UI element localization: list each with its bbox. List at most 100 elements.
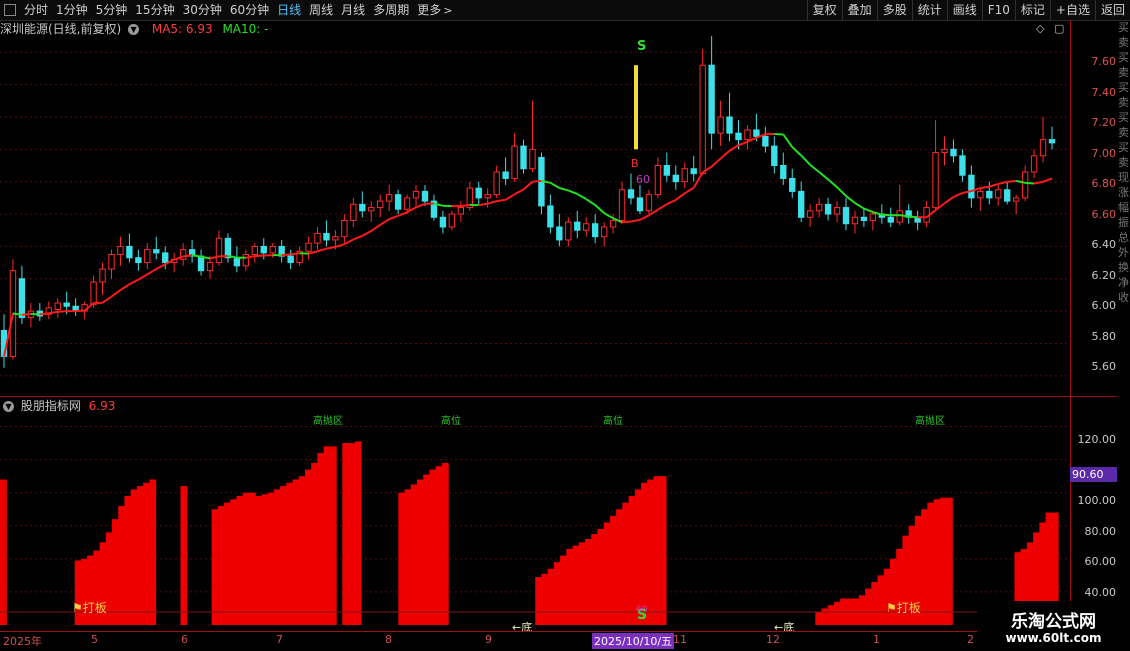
candle-body — [1049, 140, 1054, 143]
candle-body — [225, 238, 230, 257]
candle-body — [736, 133, 741, 139]
candle-body — [378, 201, 383, 207]
ma-line-segment — [989, 184, 998, 187]
candle-body — [566, 222, 571, 240]
candle-body — [64, 303, 69, 306]
ma-line-segment — [488, 201, 497, 204]
ma-line-segment — [156, 264, 165, 269]
ma-line-segment — [13, 314, 22, 315]
candle-body — [127, 246, 132, 257]
candle-body — [422, 191, 427, 201]
candle-body — [395, 195, 400, 210]
ma-line-segment — [810, 165, 819, 172]
indicator-bar — [311, 463, 318, 625]
candle-body — [1022, 172, 1027, 198]
ma-line-segment — [801, 155, 810, 164]
candle-body — [888, 217, 893, 222]
indicator-bar — [865, 589, 872, 625]
date-tick: 11 — [673, 633, 687, 646]
candle-body — [458, 208, 463, 214]
candle-body — [351, 204, 356, 220]
candle-body — [324, 233, 329, 239]
indicator-bar — [137, 486, 144, 625]
ma-line-segment — [389, 216, 398, 219]
price-tick: 7.00 — [1092, 147, 1117, 160]
candle-body — [1040, 140, 1045, 156]
candle-body — [933, 153, 938, 208]
side-panel-strip[interactable]: 买卖买卖买卖买卖买卖 现涨幅振总外换净收 — [1117, 20, 1130, 395]
candle-body — [655, 166, 660, 195]
indicator-bar — [112, 519, 119, 625]
ma-line-segment — [577, 194, 586, 199]
indicator-tick: 100.00 — [1078, 494, 1117, 507]
ma-line-segment — [792, 147, 801, 155]
candle-body — [584, 224, 589, 230]
candle-body — [799, 191, 804, 217]
date-axis: 2025年 5 6 7 8 9 2025/10/10/五 11 12 1 2 — [0, 631, 1130, 651]
ma-line-segment — [953, 193, 962, 197]
ma-line-segment — [362, 231, 371, 236]
stage-label: 高抛区 — [313, 412, 343, 427]
candle-body — [252, 246, 257, 254]
candle-body — [745, 130, 750, 140]
ma-line-segment — [318, 249, 327, 252]
candle-body — [270, 246, 275, 252]
ma-line-segment — [291, 253, 300, 254]
ma-line-segment — [461, 205, 470, 206]
ma-line-segment — [479, 204, 488, 205]
price-tick: 7.20 — [1092, 116, 1117, 129]
candle-body — [136, 258, 141, 263]
candle-body — [261, 246, 266, 252]
candle-body — [834, 208, 839, 214]
ma-line-segment — [353, 236, 362, 240]
candle-body — [485, 195, 490, 198]
indicator-bar — [884, 569, 891, 625]
ma-line-segment — [103, 297, 112, 303]
candle-body — [646, 195, 651, 211]
candle-body — [682, 169, 687, 182]
ma-line-segment — [380, 219, 389, 225]
pane-divider[interactable] — [0, 396, 1117, 397]
ma-line-segment — [515, 189, 524, 194]
indicator-bar — [828, 605, 835, 625]
ma-line-segment — [335, 244, 344, 247]
ma-line-segment — [846, 196, 855, 203]
candle-body — [790, 178, 795, 191]
ma-line-segment — [685, 188, 694, 193]
ma-line-segment — [667, 200, 676, 204]
price-tick: 6.80 — [1092, 177, 1117, 190]
indicator-bar — [398, 493, 405, 625]
indicator-bar — [212, 509, 219, 625]
indicator-name[interactable]: 股朋指标网 — [21, 399, 81, 413]
ma-line-segment — [631, 220, 640, 222]
candle-body — [763, 136, 768, 146]
candle-body — [987, 191, 992, 197]
brand-watermark: 乐淘公式网 www.60lt.com — [977, 601, 1130, 650]
candle-body — [727, 117, 732, 133]
ma-line-segment — [183, 255, 192, 256]
indicator-bar — [629, 496, 636, 625]
indicator-bar — [149, 479, 156, 625]
indicator-bar — [280, 486, 287, 625]
chevron-down-icon[interactable]: ▼ — [3, 401, 14, 412]
selected-date[interactable]: 2025/10/10/五 — [592, 633, 674, 649]
ma-line-segment — [828, 179, 837, 187]
price-tick: 5.60 — [1092, 360, 1117, 373]
ma-line-segment — [76, 310, 85, 311]
indicator-bar — [610, 516, 617, 625]
indicator-bar — [940, 498, 947, 625]
indicator-bar — [299, 476, 306, 625]
candle-body — [154, 250, 159, 253]
candle-body — [852, 217, 857, 223]
indicator-bar — [647, 479, 654, 625]
axis-divider — [1070, 20, 1071, 632]
indicator-bar — [143, 483, 150, 625]
candle-body — [530, 149, 535, 168]
indicator-bar — [342, 443, 349, 625]
date-tick: 6 — [181, 633, 188, 646]
chart-canvas — [0, 0, 1130, 650]
board-label: 打板 — [83, 601, 107, 615]
candle-body — [754, 130, 759, 136]
stage-label: 高位 — [603, 412, 623, 427]
candle-body — [288, 256, 293, 262]
